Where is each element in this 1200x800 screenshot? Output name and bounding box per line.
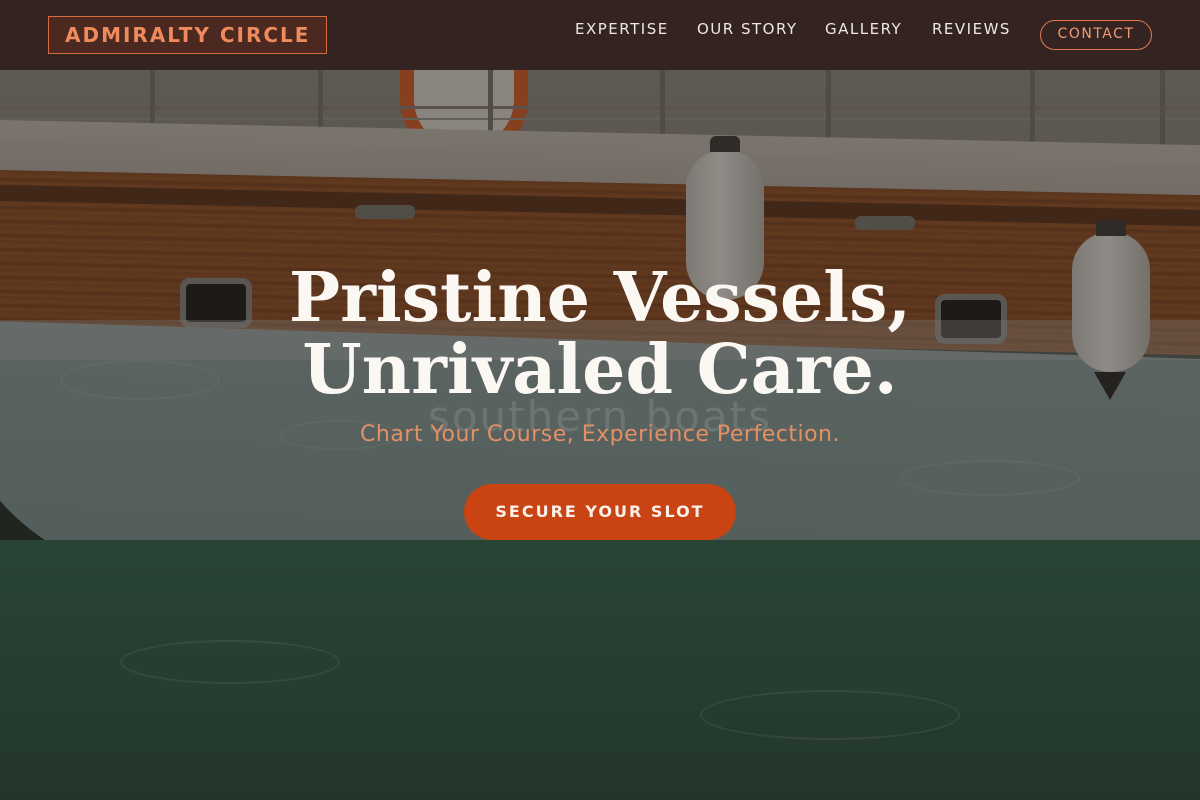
nav-link-gallery[interactable]: GALLERY [825, 20, 902, 38]
secure-slot-button[interactable]: SECURE YOUR SLOT [464, 484, 736, 540]
hero-title-line-2: Unrivaled Care. [302, 330, 898, 410]
nav-link-reviews[interactable]: REVIEWS [932, 20, 1011, 38]
hero-subtitle: Chart Your Course, Experience Perfection… [360, 422, 840, 447]
brand-logo[interactable]: ADMIRALTY CIRCLE [48, 16, 328, 54]
hero-title: Pristine Vessels, Unrivaled Care. [0, 262, 1200, 406]
nav-link-expertise[interactable]: EXPERTISE [575, 20, 669, 38]
site-header: ADMIRALTY CIRCLE EXPERTISE OUR STORY GAL… [0, 0, 1200, 70]
nav-link-our-story[interactable]: OUR STORY [697, 20, 798, 38]
contact-button[interactable]: CONTACT [1040, 20, 1152, 50]
hero-title-line-1: Pristine Vessels, [288, 258, 912, 338]
